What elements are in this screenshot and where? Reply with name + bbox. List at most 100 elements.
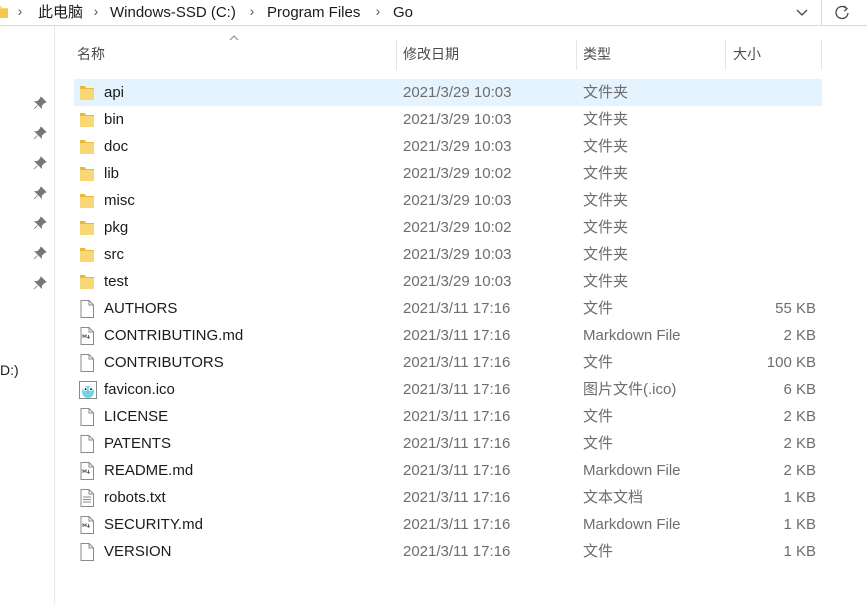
nav-item-drive-d[interactable]: D:) [0, 362, 19, 378]
file-name: doc [104, 138, 129, 155]
column-divider[interactable] [725, 40, 726, 70]
file-modified: 2021/3/29 10:03 [403, 192, 512, 209]
file-row[interactable]: favicon.ico 2021/3/11 17:16 图片文件(.ico) 6 KB [74, 376, 822, 403]
pin-icon[interactable] [33, 96, 47, 110]
breadcrumb-this-pc[interactable]: 此电脑 [38, 0, 83, 25]
file-name: favicon.ico [104, 381, 175, 398]
file-row[interactable]: PATENTS 2021/3/11 17:16 文件 2 KB [74, 430, 822, 457]
file-modified: 2021/3/11 17:16 [403, 462, 511, 479]
column-type[interactable]: 类型 [583, 38, 611, 70]
file-type: 文件 [583, 435, 614, 452]
file-row[interactable]: CONTRIBUTORS 2021/3/11 17:16 文件 100 KB [74, 349, 822, 376]
folder-icon [79, 138, 95, 156]
pin-icon[interactable] [33, 216, 47, 230]
pin-icon[interactable] [33, 126, 47, 140]
file-modified: 2021/3/29 10:03 [403, 111, 512, 128]
breadcrumb[interactable]: › 此电脑 › Windows-SSD (C:) › Program Files… [0, 0, 822, 25]
file-row[interactable]: LICENSE 2021/3/11 17:16 文件 2 KB [74, 403, 822, 430]
file-row[interactable]: SECURITY.md 2021/3/11 17:16 Markdown File 1… [74, 511, 822, 538]
pin-icon[interactable] [33, 276, 47, 290]
folder-icon [79, 165, 95, 183]
column-name[interactable]: 名称 [77, 38, 105, 70]
file-icon [79, 300, 95, 318]
file-row[interactable]: lib 2021/3/29 10:02 文件夹 [74, 160, 822, 187]
column-divider[interactable] [576, 40, 577, 70]
markdown-file-icon [79, 462, 95, 480]
file-type: 文件夹 [583, 84, 629, 101]
chevron-down-icon[interactable] [790, 1, 814, 23]
folder-icon [79, 84, 95, 102]
navigation-pane: D:) [0, 26, 55, 604]
file-size: 2 KB [783, 408, 816, 425]
file-modified: 2021/3/11 17:16 [403, 300, 511, 317]
file-size: 2 KB [783, 435, 816, 452]
file-type: 图片文件(.ico) [583, 381, 677, 398]
file-row[interactable]: test 2021/3/29 10:03 文件夹 [74, 268, 822, 295]
file-modified: 2021/3/11 17:16 [403, 381, 511, 398]
file-row[interactable]: api 2021/3/29 10:03 文件夹 [74, 79, 822, 106]
file-modified: 2021/3/11 17:16 [403, 327, 511, 344]
file-modified: 2021/3/29 10:03 [403, 246, 512, 263]
file-type: Markdown File [583, 327, 681, 344]
file-row[interactable]: VERSION 2021/3/11 17:16 文件 1 KB [74, 538, 822, 565]
file-size: 2 KB [783, 327, 816, 344]
file-name: robots.txt [104, 489, 166, 506]
file-name: SECURITY.md [104, 516, 203, 533]
folder-icon [79, 111, 95, 129]
file-name: test [104, 273, 129, 290]
chevron-right-icon[interactable]: › [246, 0, 258, 25]
column-size[interactable]: 大小 [733, 38, 761, 70]
file-row[interactable]: CONTRIBUTING.md 2021/3/11 17:16 Markdown F… [74, 322, 822, 349]
column-modified[interactable]: 修改日期 [403, 38, 459, 70]
file-row[interactable]: AUTHORS 2021/3/11 17:16 文件 55 KB [74, 295, 822, 322]
file-row[interactable]: misc 2021/3/29 10:03 文件夹 [74, 187, 822, 214]
file-type: 文本文档 [583, 489, 644, 506]
pin-icon[interactable] [33, 246, 47, 260]
breadcrumb-program-files[interactable]: Program Files [267, 0, 360, 25]
chevron-right-icon[interactable]: › [372, 0, 384, 25]
file-row[interactable]: README.md 2021/3/11 17:16 Markdown File 2 K… [74, 457, 822, 484]
column-divider[interactable] [396, 40, 397, 70]
pin-icon[interactable] [33, 186, 47, 200]
file-name: README.md [104, 462, 194, 479]
file-size: 1 KB [783, 543, 816, 560]
file-row[interactable]: doc 2021/3/29 10:03 文件夹 [74, 133, 822, 160]
address-bar: › 此电脑 › Windows-SSD (C:) › Program Files… [0, 0, 867, 26]
markdown-file-icon [79, 327, 95, 345]
file-modified: 2021/3/11 17:16 [403, 543, 511, 560]
file-row[interactable]: pkg 2021/3/29 10:02 文件夹 [74, 214, 822, 241]
pin-icon[interactable] [33, 156, 47, 170]
refresh-icon[interactable] [827, 0, 859, 25]
file-name: lib [104, 165, 120, 182]
breadcrumb-drive-c[interactable]: Windows-SSD (C:) [110, 0, 236, 25]
markdown-file-icon [79, 516, 95, 534]
folder-icon [79, 273, 95, 291]
file-row[interactable]: bin 2021/3/29 10:03 文件夹 [74, 106, 822, 133]
file-name: VERSION [104, 543, 172, 560]
file-row[interactable]: robots.txt 2021/3/11 17:16 文本文档 1 KB [74, 484, 822, 511]
file-type: 文件夹 [583, 165, 629, 182]
column-divider[interactable] [821, 40, 822, 70]
file-name: LICENSE [104, 408, 169, 425]
chevron-right-icon[interactable]: › [14, 0, 26, 25]
file-modified: 2021/3/29 10:02 [403, 219, 512, 236]
chevron-right-icon[interactable]: › [90, 0, 102, 25]
file-modified: 2021/3/11 17:16 [403, 354, 511, 371]
file-modified: 2021/3/11 17:16 [403, 489, 511, 506]
file-size: 55 KB [775, 300, 816, 317]
file-type: 文件夹 [583, 192, 629, 209]
breadcrumb-go[interactable]: Go [393, 0, 413, 25]
file-modified: 2021/3/29 10:03 [403, 273, 512, 290]
file-icon [79, 408, 95, 426]
file-modified: 2021/3/11 17:16 [403, 435, 511, 452]
file-row[interactable]: src 2021/3/29 10:03 文件夹 [74, 241, 822, 268]
file-type: Markdown File [583, 462, 681, 479]
file-type: 文件 [583, 354, 614, 371]
file-icon [79, 435, 95, 453]
file-type: 文件 [583, 408, 614, 425]
file-type: 文件 [583, 300, 614, 317]
file-name: CONTRIBUTORS [104, 354, 224, 371]
file-icon [79, 543, 95, 561]
folder-icon [79, 246, 95, 264]
sort-ascending-icon [229, 35, 239, 41]
